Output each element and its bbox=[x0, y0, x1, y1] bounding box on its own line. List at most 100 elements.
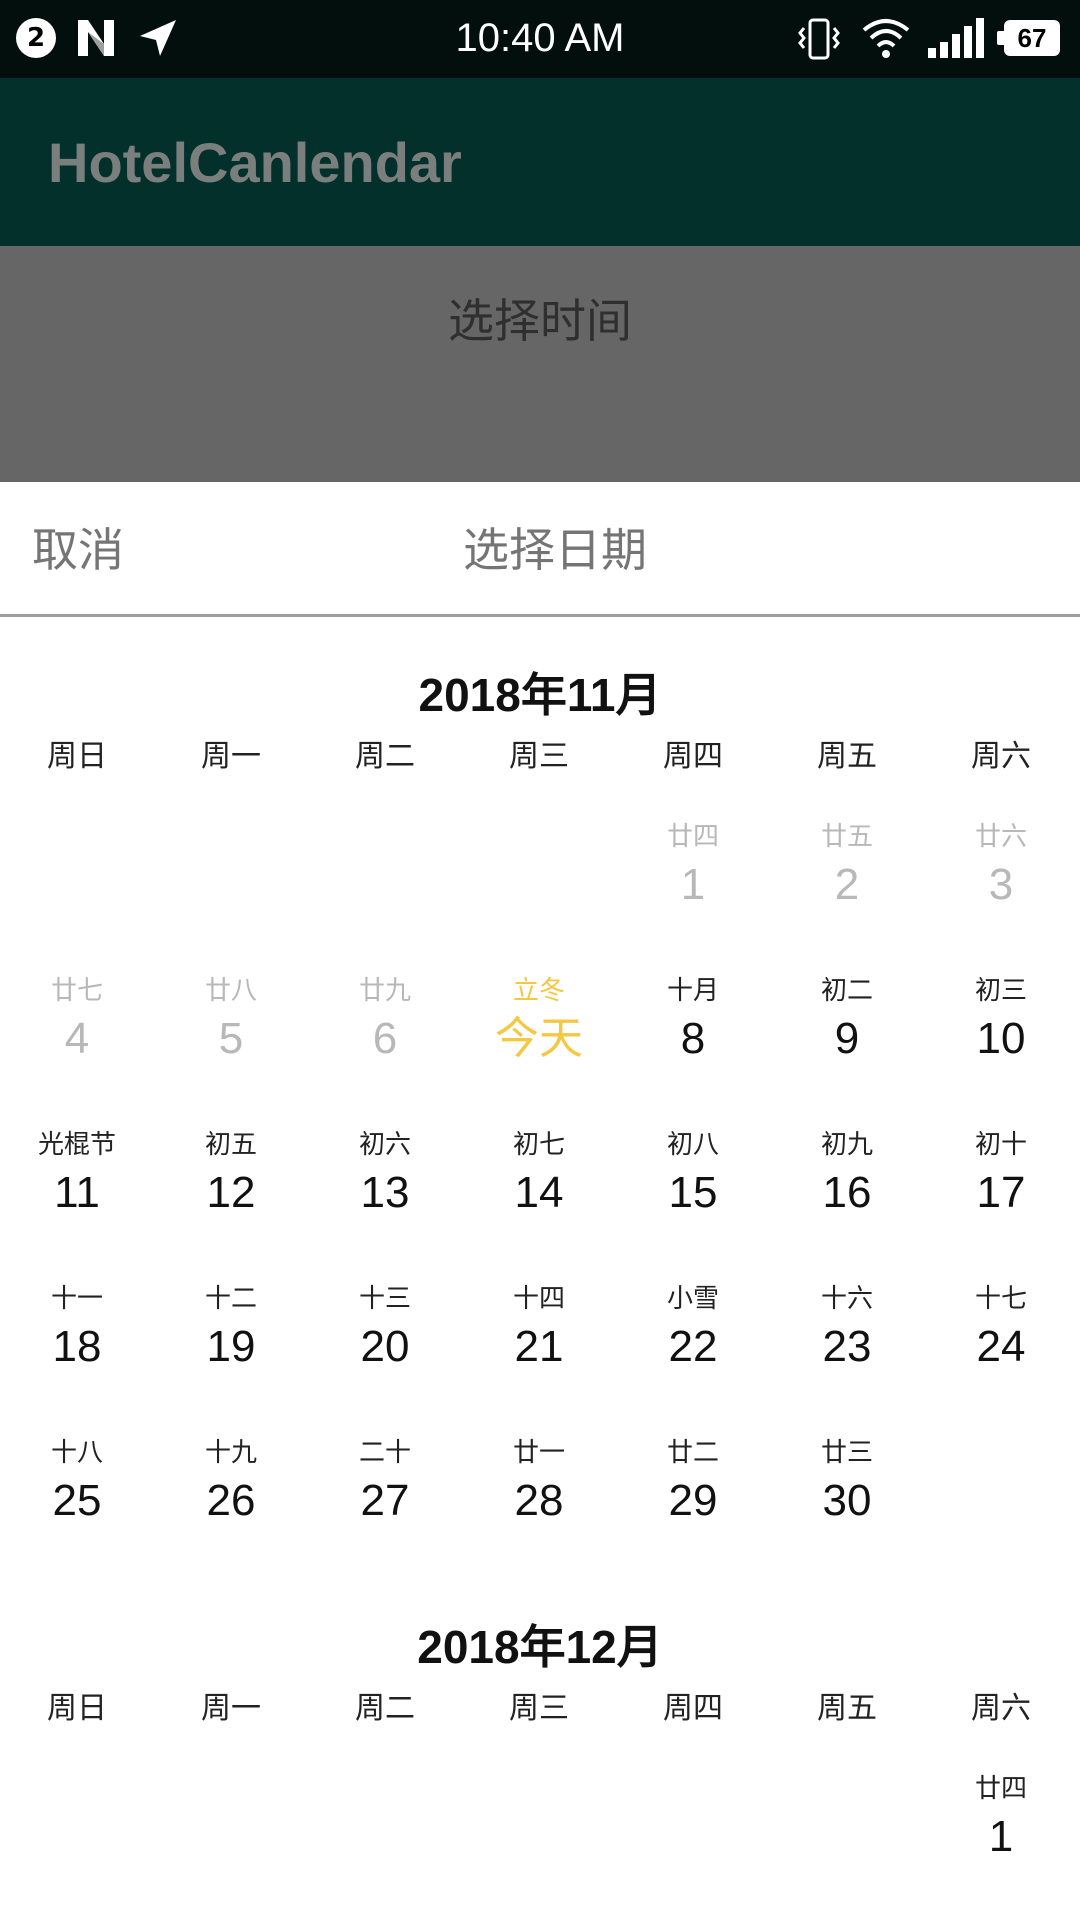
weekday-label: 周二 bbox=[355, 1691, 415, 1726]
day-cell[interactable]: 十七 24 bbox=[924, 1270, 1078, 1424]
lunar-label: 廿六 bbox=[974, 822, 1027, 852]
day-cell[interactable]: 初十 17 bbox=[924, 1116, 1078, 1270]
day-cell[interactable]: 十六 23 bbox=[770, 1270, 924, 1424]
day-cell[interactable]: 光棍节 11 bbox=[0, 1116, 154, 1270]
day-number: 30 bbox=[822, 1476, 872, 1525]
lunar-label: 廿七 bbox=[50, 976, 103, 1006]
weekday-label: 周六 bbox=[971, 1691, 1031, 1726]
day-cell[interactable]: 十月 8 bbox=[616, 962, 770, 1116]
status-bar: 2 10:40 AM 67 bbox=[0, 0, 1080, 78]
lunar-label: 初三 bbox=[974, 976, 1027, 1006]
day-cell: 廿九 6 bbox=[308, 962, 462, 1116]
navigation-arrow-icon bbox=[140, 20, 176, 56]
lunar-label: 廿二 bbox=[666, 1438, 719, 1468]
lunar-label: 廿四 bbox=[666, 822, 719, 852]
lunar-label: 十八 bbox=[50, 1438, 103, 1468]
day-number: 15 bbox=[668, 1168, 718, 1217]
day-number: 8 bbox=[680, 1014, 706, 1063]
wifi-icon bbox=[862, 19, 910, 58]
lunar-label: 十四 bbox=[512, 1284, 565, 1314]
day-number: 22 bbox=[668, 1322, 718, 1371]
day-cell: 廿七 4 bbox=[0, 962, 154, 1116]
vibrate-icon bbox=[798, 18, 840, 60]
lunar-label: 廿一 bbox=[512, 1438, 565, 1468]
app-bar: HotelCanlendar bbox=[0, 78, 1080, 246]
weekday-label: 周六 bbox=[971, 739, 1031, 774]
lunar-label: 初五 bbox=[204, 1130, 257, 1160]
lunar-label: 二十 bbox=[358, 1438, 411, 1468]
weekday-label: 周三 bbox=[509, 1691, 569, 1726]
day-cell[interactable]: 廿四 1 bbox=[924, 1760, 1078, 1914]
day-cell[interactable]: 初五 12 bbox=[154, 1116, 308, 1270]
day-number: 4 bbox=[64, 1014, 90, 1063]
lunar-label: 十六 bbox=[820, 1284, 873, 1314]
n-logo-icon bbox=[78, 20, 114, 56]
sheet-header: 取消 选择日期 bbox=[0, 482, 1080, 617]
day-cell[interactable]: 初七 14 bbox=[462, 1116, 616, 1270]
day-grid: 廿四 1 廿五 2 廿六 3 廿七 4 廿八 5 廿九 6 立冬 今天 十月 8 初二 9 初三 10 光棍节 11 初五 1… bbox=[0, 808, 1080, 1578]
lunar-label: 初八 bbox=[666, 1130, 719, 1160]
day-number: 12 bbox=[206, 1168, 256, 1217]
month-title: 2018年12月 bbox=[417, 1621, 663, 1673]
lunar-label: 十月 bbox=[666, 976, 719, 1006]
day-cell[interactable]: 小雪 22 bbox=[616, 1270, 770, 1424]
day-number: 25 bbox=[52, 1476, 102, 1525]
cancel-button[interactable]: 取消 bbox=[32, 510, 124, 590]
weekday-label: 周四 bbox=[663, 1691, 723, 1726]
day-cell[interactable]: 十四 21 bbox=[462, 1270, 616, 1424]
lunar-label: 十一 bbox=[50, 1284, 103, 1314]
day-number: 16 bbox=[822, 1168, 872, 1217]
day-number: 29 bbox=[668, 1476, 718, 1525]
day-cell[interactable]: 廿三 30 bbox=[770, 1424, 924, 1578]
lunar-label: 廿三 bbox=[820, 1438, 873, 1468]
lunar-label: 十二 bbox=[204, 1284, 257, 1314]
day-cell-today[interactable]: 立冬 今天 bbox=[462, 962, 616, 1116]
lunar-label: 光棍节 bbox=[37, 1130, 116, 1160]
day-cell[interactable]: 廿一 28 bbox=[462, 1424, 616, 1578]
lunar-label: 初二 bbox=[820, 976, 873, 1006]
month-section: 2018年12月 周日 周一 周二 周三 周四 周五 周六 廿四 1 bbox=[0, 1612, 1080, 1920]
day-number: 今天 bbox=[495, 1013, 583, 1064]
day-cell[interactable]: 十九 26 bbox=[154, 1424, 308, 1578]
lunar-label: 初七 bbox=[512, 1130, 565, 1160]
day-cell[interactable]: 初八 15 bbox=[616, 1116, 770, 1270]
day-number: 19 bbox=[206, 1322, 256, 1371]
day-number: 20 bbox=[360, 1322, 410, 1371]
day-cell[interactable]: 十一 18 bbox=[0, 1270, 154, 1424]
lunar-label: 立冬 bbox=[512, 976, 565, 1006]
cell-signal-icon bbox=[928, 18, 984, 58]
day-cell[interactable]: 十二 19 bbox=[154, 1270, 308, 1424]
weekday-label: 周四 bbox=[663, 739, 723, 774]
weekday-header: 周日 周一 周二 周三 周四 周五 周六 bbox=[0, 732, 1080, 782]
day-number: 18 bbox=[52, 1322, 102, 1371]
day-number: 21 bbox=[514, 1322, 564, 1371]
day-number: 27 bbox=[360, 1476, 410, 1525]
day-cell[interactable]: 初二 9 bbox=[770, 962, 924, 1116]
lunar-label: 廿四 bbox=[974, 1774, 1027, 1804]
weekday-label: 周三 bbox=[509, 739, 569, 774]
lunar-label: 十七 bbox=[974, 1284, 1027, 1314]
day-number: 6 bbox=[372, 1014, 398, 1063]
day-cell[interactable]: 廿二 29 bbox=[616, 1424, 770, 1578]
weekday-label: 周日 bbox=[47, 1691, 107, 1726]
day-cell: 廿四 1 bbox=[616, 808, 770, 962]
clock: 10:40 AM bbox=[455, 16, 625, 60]
day-cell[interactable]: 初九 16 bbox=[770, 1116, 924, 1270]
month-section: 2018年11月 周日 周一 周二 周三 周四 周五 周六 廿四 1 廿五 2 廿六 3 廿七 4 廿八 5 廿… bbox=[0, 660, 1080, 1525]
day-number: 23 bbox=[822, 1322, 872, 1371]
day-cell: 廿八 5 bbox=[154, 962, 308, 1116]
dimmed-content[interactable]: 选择时间 bbox=[0, 246, 1080, 482]
day-cell[interactable]: 初三 10 bbox=[924, 962, 1078, 1116]
day-cell[interactable]: 十八 25 bbox=[0, 1424, 154, 1578]
date-picker-sheet: 取消 选择日期 2018年11月 周日 周一 周二 周三 周四 周五 周六 廿四 1 廿五 2 廿六… bbox=[0, 482, 1080, 1920]
day-number: 11 bbox=[54, 1168, 100, 1217]
weekday-label: 周五 bbox=[817, 739, 877, 774]
lunar-label: 十九 bbox=[204, 1438, 257, 1468]
day-cell[interactable]: 二十 27 bbox=[308, 1424, 462, 1578]
day-number: 24 bbox=[976, 1322, 1026, 1371]
day-number: 10 bbox=[976, 1014, 1026, 1063]
day-cell[interactable]: 十三 20 bbox=[308, 1270, 462, 1424]
day-cell[interactable]: 初六 13 bbox=[308, 1116, 462, 1270]
lunar-label: 初九 bbox=[820, 1130, 873, 1160]
day-number: 2 bbox=[834, 860, 860, 909]
